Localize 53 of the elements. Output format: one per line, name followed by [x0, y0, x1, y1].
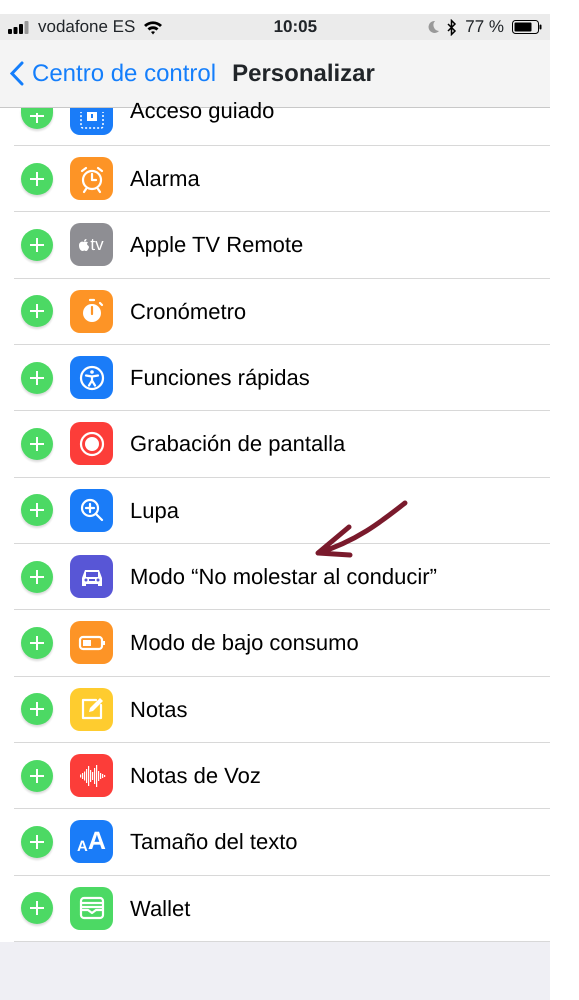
- add-button[interactable]: [21, 626, 53, 659]
- item-label: Notas de Voz: [130, 762, 261, 790]
- add-button[interactable]: [21, 693, 53, 726]
- item-label: Grabación de pantalla: [130, 430, 346, 458]
- add-button[interactable]: [21, 228, 53, 261]
- back-link[interactable]: Centro de control: [10, 56, 216, 92]
- add-button[interactable]: [21, 162, 53, 195]
- plus-icon: [29, 113, 45, 124]
- add-button[interactable]: [21, 108, 53, 129]
- plus-icon: [29, 768, 45, 784]
- signal-icon: [8, 20, 30, 34]
- item-label: Notas: [130, 696, 188, 724]
- plus-icon: [29, 170, 45, 187]
- clock-time: 10:05: [274, 16, 318, 38]
- item-label: Tamaño del texto: [130, 828, 298, 856]
- plus-icon: [29, 900, 45, 916]
- apple-icon: [79, 238, 90, 251]
- add-button[interactable]: [21, 295, 53, 328]
- plus-icon: [29, 834, 45, 850]
- add-button[interactable]: [21, 428, 53, 460]
- add-button[interactable]: [21, 494, 53, 526]
- plus-icon: [29, 502, 45, 518]
- plus-icon: [29, 303, 45, 320]
- item-label: Modo “No molestar al conducir”: [130, 563, 437, 592]
- plus-icon: [29, 568, 45, 585]
- text-size-icon: AA: [77, 829, 106, 854]
- item-label: Wallet: [130, 894, 190, 923]
- add-button[interactable]: [21, 826, 53, 858]
- item-label: Lupa: [130, 496, 179, 525]
- plus-icon: [29, 370, 45, 386]
- tv-label: tv: [90, 234, 104, 256]
- carrier-name: vodafone ES: [38, 16, 136, 38]
- wifi-icon: [143, 20, 164, 34]
- item-label: Funciones rápidas: [130, 364, 310, 392]
- battery-percentage: 77 %: [465, 16, 504, 38]
- plus-icon: [29, 236, 45, 253]
- item-label: Acceso guiado: [130, 100, 274, 122]
- plus-icon: [29, 436, 45, 452]
- add-button[interactable]: [21, 362, 53, 394]
- item-label: Modo de bajo consumo: [130, 629, 359, 658]
- add-button[interactable]: [21, 560, 53, 593]
- page-title: Personalizar: [232, 58, 375, 88]
- item-label: Alarma: [130, 165, 200, 194]
- plus-icon: [29, 701, 45, 718]
- bluetooth-icon: [447, 18, 458, 36]
- back-chevron-icon: [10, 61, 24, 86]
- item-label: Apple TV Remote: [130, 231, 304, 260]
- battery-icon: [512, 20, 542, 34]
- item-label: Cronómetro: [130, 298, 246, 326]
- add-button[interactable]: [21, 892, 53, 924]
- moon-icon: [427, 20, 440, 34]
- plus-icon: [29, 634, 45, 651]
- add-button[interactable]: [21, 760, 53, 792]
